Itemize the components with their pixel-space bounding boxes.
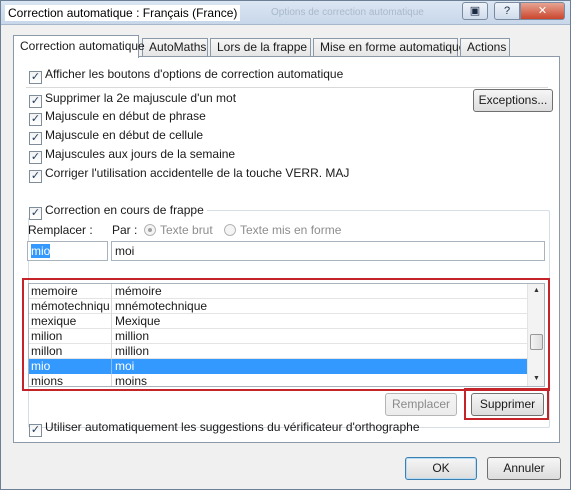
plain-text-label: Texte brut: [160, 223, 213, 237]
list-highlight-annotation: [22, 278, 550, 391]
system-menu-icon[interactable]: ▣: [462, 2, 488, 20]
replace-button[interactable]: Remplacer: [385, 393, 457, 416]
spellcheck-suggestions-option[interactable]: ✓ Utiliser automatiquement les suggestion…: [29, 419, 420, 437]
radio-selected-icon[interactable]: [144, 224, 156, 236]
background-window-title: Options de correction automatique: [271, 7, 424, 18]
sentence-start-option[interactable]: ✓ Majuscule en début de phrase: [29, 108, 206, 126]
second-capital-label: Supprimer la 2e majuscule d'un mot: [45, 91, 237, 105]
exceptions-button[interactable]: Exceptions...: [473, 89, 553, 112]
checkbox-checked-icon[interactable]: ✓: [29, 95, 42, 108]
weekdays-option[interactable]: ✓ Majuscules aux jours de la semaine: [29, 146, 236, 164]
replace-label: Remplacer :: [28, 223, 93, 237]
checkbox-checked-icon[interactable]: ✓: [29, 113, 42, 126]
replace-as-you-type-option[interactable]: ✓ Correction en cours de frappe: [26, 202, 207, 220]
replace-as-you-type-label: Correction en cours de frappe: [45, 203, 204, 217]
by-label: Par :: [112, 223, 138, 237]
show-buttons-option[interactable]: ✓ Afficher les boutons d'options de corre…: [29, 66, 344, 84]
cell-start-label: Majuscule en début de cellule: [45, 128, 204, 142]
divider: [26, 87, 548, 88]
checkbox-checked-icon[interactable]: ✓: [29, 132, 42, 145]
replace-input[interactable]: mio: [27, 241, 108, 261]
replace-input-value: mio: [31, 244, 51, 258]
checkbox-checked-icon[interactable]: ✓: [29, 71, 42, 84]
window-title: Correction automatique : Français (Franc…: [5, 5, 241, 21]
formatted-text-label: Texte mis en forme: [240, 223, 342, 237]
tab-actions[interactable]: Actions: [460, 38, 510, 57]
show-buttons-label: Afficher les boutons d'options de correc…: [45, 67, 344, 81]
cell-start-option[interactable]: ✓ Majuscule en début de cellule: [29, 127, 204, 145]
checkbox-checked-icon[interactable]: ✓: [29, 170, 42, 183]
delete-highlight-annotation: [464, 388, 549, 420]
spellcheck-suggestions-label: Utiliser automatiquement les suggestions…: [45, 420, 420, 434]
checkbox-checked-icon[interactable]: ✓: [29, 207, 42, 220]
help-icon[interactable]: ?: [494, 2, 520, 20]
plain-text-option[interactable]: Texte brut: [144, 223, 213, 237]
checkbox-checked-icon[interactable]: ✓: [29, 424, 42, 437]
checkbox-checked-icon[interactable]: ✓: [29, 151, 42, 164]
caps-lock-option[interactable]: ✓ Corriger l'utilisation accidentelle de …: [29, 165, 350, 183]
weekdays-label: Majuscules aux jours de la semaine: [45, 147, 236, 161]
sentence-start-label: Majuscule en début de phrase: [45, 109, 206, 123]
with-input[interactable]: moi: [111, 241, 545, 261]
with-input-value: moi: [115, 244, 135, 258]
tab-automaths[interactable]: AutoMaths: [142, 38, 208, 57]
second-capital-option[interactable]: ✓ Supprimer la 2e majuscule d'un mot: [29, 90, 237, 108]
radio-unselected-icon[interactable]: [224, 224, 236, 236]
title-bar[interactable]: Options de correction automatique Correc…: [1, 1, 570, 25]
close-button[interactable]: ✕: [520, 2, 565, 20]
tab-lors-de-la-frappe[interactable]: Lors de la frappe: [210, 38, 311, 57]
caps-lock-label: Corriger l'utilisation accidentelle de l…: [45, 166, 350, 180]
autocorrect-dialog: Options de correction automatique Correc…: [0, 0, 571, 490]
tab-mise-en-forme-automatique[interactable]: Mise en forme automatique: [313, 38, 465, 57]
formatted-text-option[interactable]: Texte mis en forme: [224, 223, 341, 237]
cancel-button[interactable]: Annuler: [487, 457, 561, 480]
ok-button[interactable]: OK: [405, 457, 477, 480]
tab-correction-automatique[interactable]: Correction automatique: [13, 35, 145, 58]
